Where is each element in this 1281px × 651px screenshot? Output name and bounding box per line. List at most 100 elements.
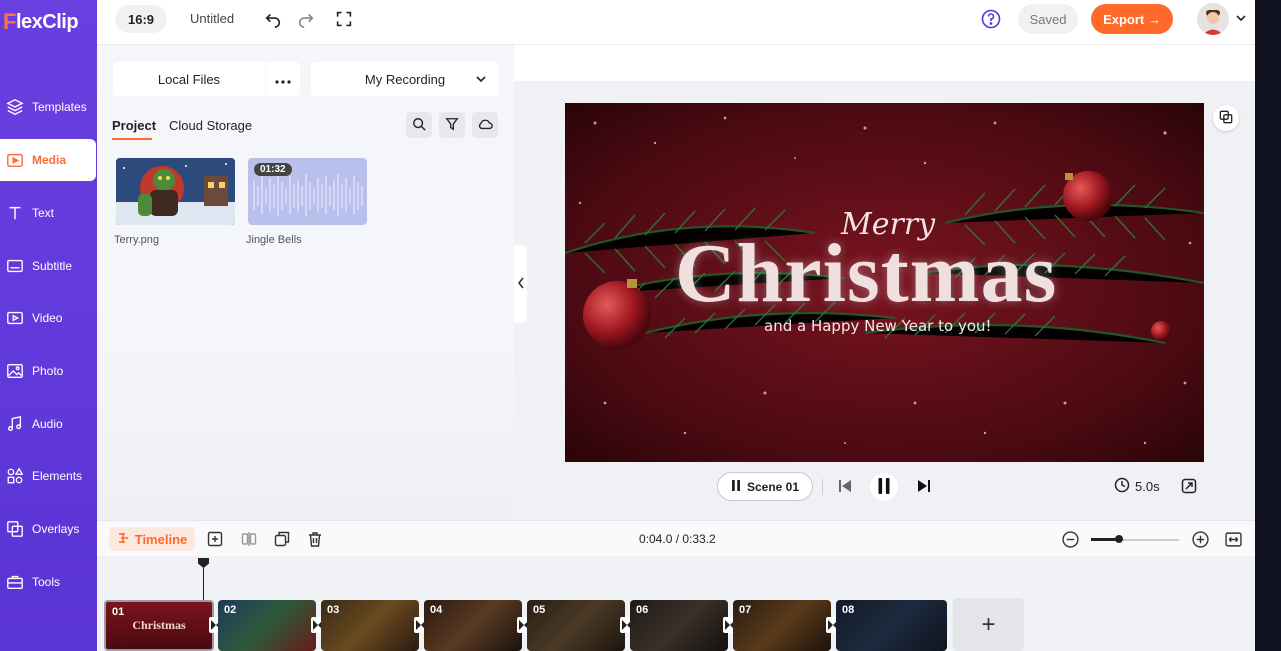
skip-forward-icon <box>917 479 931 496</box>
duplicate-icon[interactable] <box>273 530 291 548</box>
scene-number: 08 <box>842 604 855 616</box>
timeline-ruler[interactable] <box>97 556 1255 570</box>
sidebar-item-label: Tools <box>32 575 61 589</box>
sidebar-item-elements[interactable]: Elements <box>0 455 97 497</box>
chevron-down-icon <box>1235 12 1247 27</box>
fit-timeline-icon[interactable] <box>1224 530 1242 548</box>
timeline-label: Timeline <box>134 531 188 547</box>
media-icon <box>6 151 24 169</box>
timeline-icon <box>117 532 129 547</box>
pause-icon <box>877 477 891 497</box>
preview-area: Merry Christmas and a Happy New Year to … <box>514 45 1255 520</box>
saved-status: Saved <box>1018 4 1078 34</box>
redo-icon[interactable] <box>296 9 316 29</box>
media-thumbnail-audio[interactable]: 01:32 <box>248 158 367 225</box>
scene-thumbnail-07[interactable]: 07 <box>733 600 831 651</box>
sidebar-item-templates[interactable]: Templates <box>0 86 97 128</box>
sidebar-item-label: Media <box>32 153 67 167</box>
tab-indicator <box>112 138 152 140</box>
tab-cloud-storage[interactable]: Cloud Storage <box>169 118 252 133</box>
scene-play-button[interactable]: Scene 01 <box>717 472 813 501</box>
tools-icon <box>6 573 24 591</box>
zoom-slider-handle[interactable] <box>1115 535 1123 543</box>
logo-text: lexClip <box>15 10 79 33</box>
duration-badge: 01:32 <box>254 163 292 176</box>
audio-icon <box>6 415 24 433</box>
sidebar-item-media[interactable]: Media <box>0 139 96 181</box>
scene-number: 03 <box>327 604 340 616</box>
expand-icon <box>1181 478 1197 497</box>
more-icon <box>275 72 291 87</box>
fullscreen-icon[interactable] <box>334 9 354 29</box>
chevron-down-icon <box>475 73 487 88</box>
timeline-toggle-button[interactable]: Timeline <box>109 527 195 551</box>
aspect-ratio-button[interactable]: 16:9 <box>115 5 167 33</box>
sidebar-item-video[interactable]: Video <box>0 297 97 339</box>
copy-button[interactable] <box>1213 105 1239 131</box>
scene-thumbnail-06[interactable]: 06 <box>630 600 728 651</box>
scene-thumbnail-01[interactable]: 01 Christmas <box>104 600 214 651</box>
account-menu[interactable] <box>1197 3 1247 35</box>
sidebar-item-label: Subtitle <box>32 259 73 273</box>
pause-icon <box>731 479 741 494</box>
scene-thumbnail-05[interactable]: 05 <box>527 600 625 651</box>
cloud-button[interactable] <box>472 112 498 138</box>
scene-thumbnail-04[interactable]: 04 <box>424 600 522 651</box>
search-button[interactable] <box>406 112 432 138</box>
sidebar-item-text[interactable]: Text <box>0 192 97 234</box>
scene-label: Scene 01 <box>746 479 800 494</box>
next-scene-button[interactable] <box>914 477 934 497</box>
sidebar: FlexClip Templates Media Text Subtitle V… <box>0 0 97 651</box>
scene-thumbnail-03[interactable]: 03 <box>321 600 419 651</box>
scene-number: 06 <box>636 604 649 616</box>
sidebar-item-photo[interactable]: Photo <box>0 350 97 392</box>
previous-scene-button[interactable] <box>835 477 855 497</box>
video-canvas[interactable]: Merry Christmas and a Happy New Year to … <box>565 103 1204 462</box>
local-files-button[interactable]: Local Files <box>113 62 265 96</box>
duration-value: 5.0s <box>1135 479 1160 494</box>
zoom-out-icon[interactable] <box>1061 530 1079 548</box>
expand-preview-button[interactable] <box>1179 477 1199 497</box>
undo-icon[interactable] <box>263 9 283 29</box>
elements-icon <box>6 467 24 485</box>
recording-label: My Recording <box>364 71 446 87</box>
scene-duration[interactable]: 5.0s <box>1114 477 1160 496</box>
delete-icon[interactable] <box>306 530 324 548</box>
logo-letter: F <box>3 9 16 34</box>
sidebar-item-label: Elements <box>32 469 83 483</box>
play-pause-button[interactable] <box>870 473 898 501</box>
filter-icon <box>445 117 459 134</box>
filter-button[interactable] <box>439 112 465 138</box>
sidebar-item-subtitle[interactable]: Subtitle <box>0 245 97 287</box>
preview-header <box>514 45 1255 81</box>
scene-thumbnail-08[interactable]: 08 <box>836 600 947 651</box>
export-button[interactable]: Export → <box>1091 4 1173 34</box>
flexclip-logo[interactable]: FlexClip <box>3 9 79 35</box>
more-options-button[interactable] <box>266 62 300 96</box>
zoom-in-icon[interactable] <box>1191 530 1209 548</box>
scene-number: 01 <box>112 606 125 618</box>
sidebar-item-overlays[interactable]: Overlays <box>0 508 97 550</box>
tab-project[interactable]: Project <box>112 118 156 133</box>
media-thumbnail-terry[interactable] <box>116 158 235 225</box>
canvas-main-title[interactable]: Christmas <box>675 225 1057 322</box>
sidebar-item-label: Templates <box>32 100 87 114</box>
sidebar-item-audio[interactable]: Audio <box>0 403 97 445</box>
add-scene-icon[interactable] <box>206 530 224 548</box>
top-bar: 16:9 Untitled Saved Export → <box>97 0 1255 45</box>
add-scene-button[interactable]: + <box>953 598 1024 651</box>
my-recording-dropdown[interactable]: My Recording <box>311 62 499 96</box>
help-icon[interactable] <box>981 9 1001 29</box>
scene-number: 02 <box>224 604 237 616</box>
project-title[interactable]: Untitled <box>190 11 234 26</box>
cloud-icon <box>477 117 493 134</box>
canvas-subtitle[interactable]: and a Happy New Year to you! <box>764 317 992 335</box>
sidebar-item-tools[interactable]: Tools <box>0 561 97 603</box>
collapse-panel-button[interactable] <box>514 245 527 323</box>
media-name-jingle-bells: Jingle Bells <box>246 234 302 246</box>
overlays-icon <box>6 520 24 538</box>
scene-thumbnail-02[interactable]: 02 <box>218 600 316 651</box>
split-icon[interactable] <box>240 530 258 548</box>
video-icon <box>6 309 24 327</box>
skip-back-icon <box>838 479 852 496</box>
